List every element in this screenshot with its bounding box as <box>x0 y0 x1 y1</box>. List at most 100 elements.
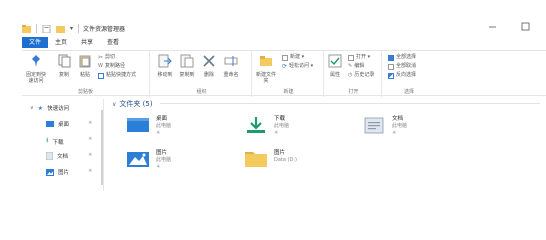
delete-button[interactable]: 删除 <box>202 54 216 78</box>
pin-icon[interactable]: ✳ <box>88 168 92 174</box>
section-divider <box>160 103 540 104</box>
folders-section-title: 文件夹 (5) <box>119 100 153 108</box>
invert-selection-button[interactable]: 反向选择 <box>388 72 416 79</box>
folder-location: 此电脑 <box>274 123 290 129</box>
move-to-button[interactable]: 移动到 <box>156 54 174 78</box>
folder-item-pictures-data[interactable]: 图片 Data (D:) <box>244 150 297 168</box>
window-title: 文件资源管理器 <box>83 26 126 33</box>
select-all-button[interactable]: 全部选择 <box>388 54 416 61</box>
easy-access-button[interactable]: ⟳ 轻松访问 ▾ <box>282 63 313 70</box>
select-group-label: 选择 <box>403 89 414 95</box>
folder-item-download[interactable]: 下载 此电脑 ✳ <box>244 116 289 137</box>
nav-item-label: 文档 <box>57 154 69 160</box>
new-folder-icon <box>260 56 272 66</box>
select-all-label: 全部选择 <box>396 54 417 60</box>
cut-icon: ✂ <box>98 54 104 61</box>
folder-name: 图片 <box>156 150 168 156</box>
clipboard-group: 固定到快速访问 复制 粘贴 ✂ 剪切 W 复制路径 粘贴快捷方式 剪贴板 <box>22 51 150 97</box>
download-icon: ⭳ <box>46 136 49 144</box>
minimize-icon[interactable] <box>488 22 497 31</box>
tab-home[interactable]: 主页 <box>48 37 74 48</box>
nav-item-download[interactable]: ⭳ 下载 <box>46 136 63 147</box>
folder-location: 此电脑 <box>392 123 408 129</box>
pin-icon[interactable]: ✳ <box>88 152 92 158</box>
copy-path-button[interactable]: W 复制路径 <box>98 63 125 70</box>
folder-item-documents[interactable]: 文档 此电脑 ✳ <box>362 116 407 137</box>
rename-icon <box>224 56 238 66</box>
rename-button[interactable]: 重命名 <box>222 54 240 78</box>
open-label: 打开 ▾ <box>356 54 371 60</box>
copy-to-button[interactable]: 复制到 <box>178 54 196 78</box>
cut-button[interactable]: ✂ 剪切 <box>98 54 115 61</box>
history-button[interactable]: ◷ 历史记录 <box>348 72 374 79</box>
toolbar-separator <box>36 24 37 33</box>
new-group-label: 新建 <box>283 89 294 95</box>
move-to-label: 移动到 <box>157 72 173 78</box>
organize-group: 移动到 复制到 删除 重命名 组织 <box>152 51 252 97</box>
delete-icon <box>203 55 215 67</box>
folder-item-desktop[interactable]: 桌面 此电脑 ✳ <box>126 116 171 137</box>
select-none-label: 全部取消 <box>396 63 417 69</box>
new-folder-label: 新建文件夹 <box>256 72 277 84</box>
select-none-icon <box>388 63 394 70</box>
easy-access-label: 轻松访问 ▾ <box>289 63 314 69</box>
properties-button[interactable]: 属性 <box>328 54 342 78</box>
select-group: 全部选择 全部取消 反向选择 选择 <box>384 51 434 97</box>
new-group: 新建文件夹 新建 ▾ ⟳ 轻松访问 ▾ 新建 <box>254 51 324 97</box>
pin-quick-access-label: 固定到快速访问 <box>25 72 46 84</box>
paste-shortcut-button[interactable]: 粘贴快捷方式 <box>98 72 136 79</box>
folder-name: 下载 <box>274 116 286 122</box>
maximize-icon[interactable] <box>521 22 530 31</box>
tab-share[interactable]: 共享 <box>74 37 100 48</box>
folder-location: Data (D:) <box>274 157 297 163</box>
copy-path-icon: W <box>98 63 103 69</box>
folder-icon <box>245 152 267 167</box>
picture-icon <box>46 168 54 176</box>
quick-access-dropdown[interactable]: ▾ <box>70 25 73 32</box>
select-none-button[interactable]: 全部取消 <box>388 63 416 70</box>
properties-icon[interactable] <box>42 24 51 33</box>
paste-button[interactable]: 粘贴 <box>78 54 92 78</box>
edit-label: 编辑 <box>354 63 365 69</box>
pin-icon[interactable]: ✳ <box>88 136 92 142</box>
edit-icon: ✎ <box>348 63 353 69</box>
new-folder-icon[interactable] <box>56 25 65 33</box>
new-item-button[interactable]: 新建 ▾ <box>282 54 304 61</box>
document-icon <box>46 152 53 160</box>
ribbon-tabs: 文件 主页 共享 查看 <box>22 37 126 48</box>
history-label: 历史记录 <box>354 72 375 78</box>
nav-quick-access[interactable]: ∨ ★ 快速访问 <box>30 104 70 113</box>
chevron-down-icon: ∨ <box>30 105 34 111</box>
new-folder-button[interactable]: 新建文件夹 <box>256 54 276 84</box>
folders-section-header[interactable]: ∨ 文件夹 (5) <box>112 99 153 109</box>
nav-scrollbar[interactable] <box>101 110 103 185</box>
folder-name: 图片 <box>274 150 286 156</box>
nav-item-desktop[interactable]: 桌面 <box>46 120 69 128</box>
nav-item-pictures[interactable]: 图片 <box>46 168 69 176</box>
new-item-icon <box>282 54 288 61</box>
quick-access-toolbar: ▾ <box>22 24 80 33</box>
picture-folder-icon <box>127 152 149 167</box>
easy-access-icon: ⟳ <box>282 63 288 70</box>
paste-shortcut-icon <box>98 72 104 79</box>
tab-file[interactable]: 文件 <box>22 37 49 48</box>
nav-item-documents[interactable]: 文档 <box>46 152 68 160</box>
copy-button[interactable]: 复制 <box>57 54 71 78</box>
pin-icon[interactable]: ✳ <box>88 120 92 126</box>
tab-view[interactable]: 查看 <box>100 37 126 48</box>
window-controls <box>488 22 530 31</box>
nav-quick-access-label: 快速访问 <box>47 106 70 112</box>
pin-icon <box>32 55 40 67</box>
open-button[interactable]: 打开 ▾ <box>348 54 370 61</box>
folder-name: 桌面 <box>156 116 168 122</box>
edit-button[interactable]: ✎ 编辑 <box>348 63 364 70</box>
pin-quick-access-button[interactable]: 固定到快速访问 <box>24 54 48 84</box>
organize-group-label: 组织 <box>196 89 207 95</box>
nav-item-label: 图片 <box>58 170 70 176</box>
pin-icon: ✳ <box>392 130 397 136</box>
open-group: 属性 打开 ▾ ✎ 编辑 ◷ 历史记录 打开 <box>326 51 382 97</box>
folder-item-pictures[interactable]: 图片 此电脑 ✳ <box>126 150 171 171</box>
paste-shortcut-label: 粘贴快捷方式 <box>106 72 137 78</box>
invert-selection-icon <box>388 72 394 79</box>
open-group-label: 打开 <box>348 89 359 95</box>
